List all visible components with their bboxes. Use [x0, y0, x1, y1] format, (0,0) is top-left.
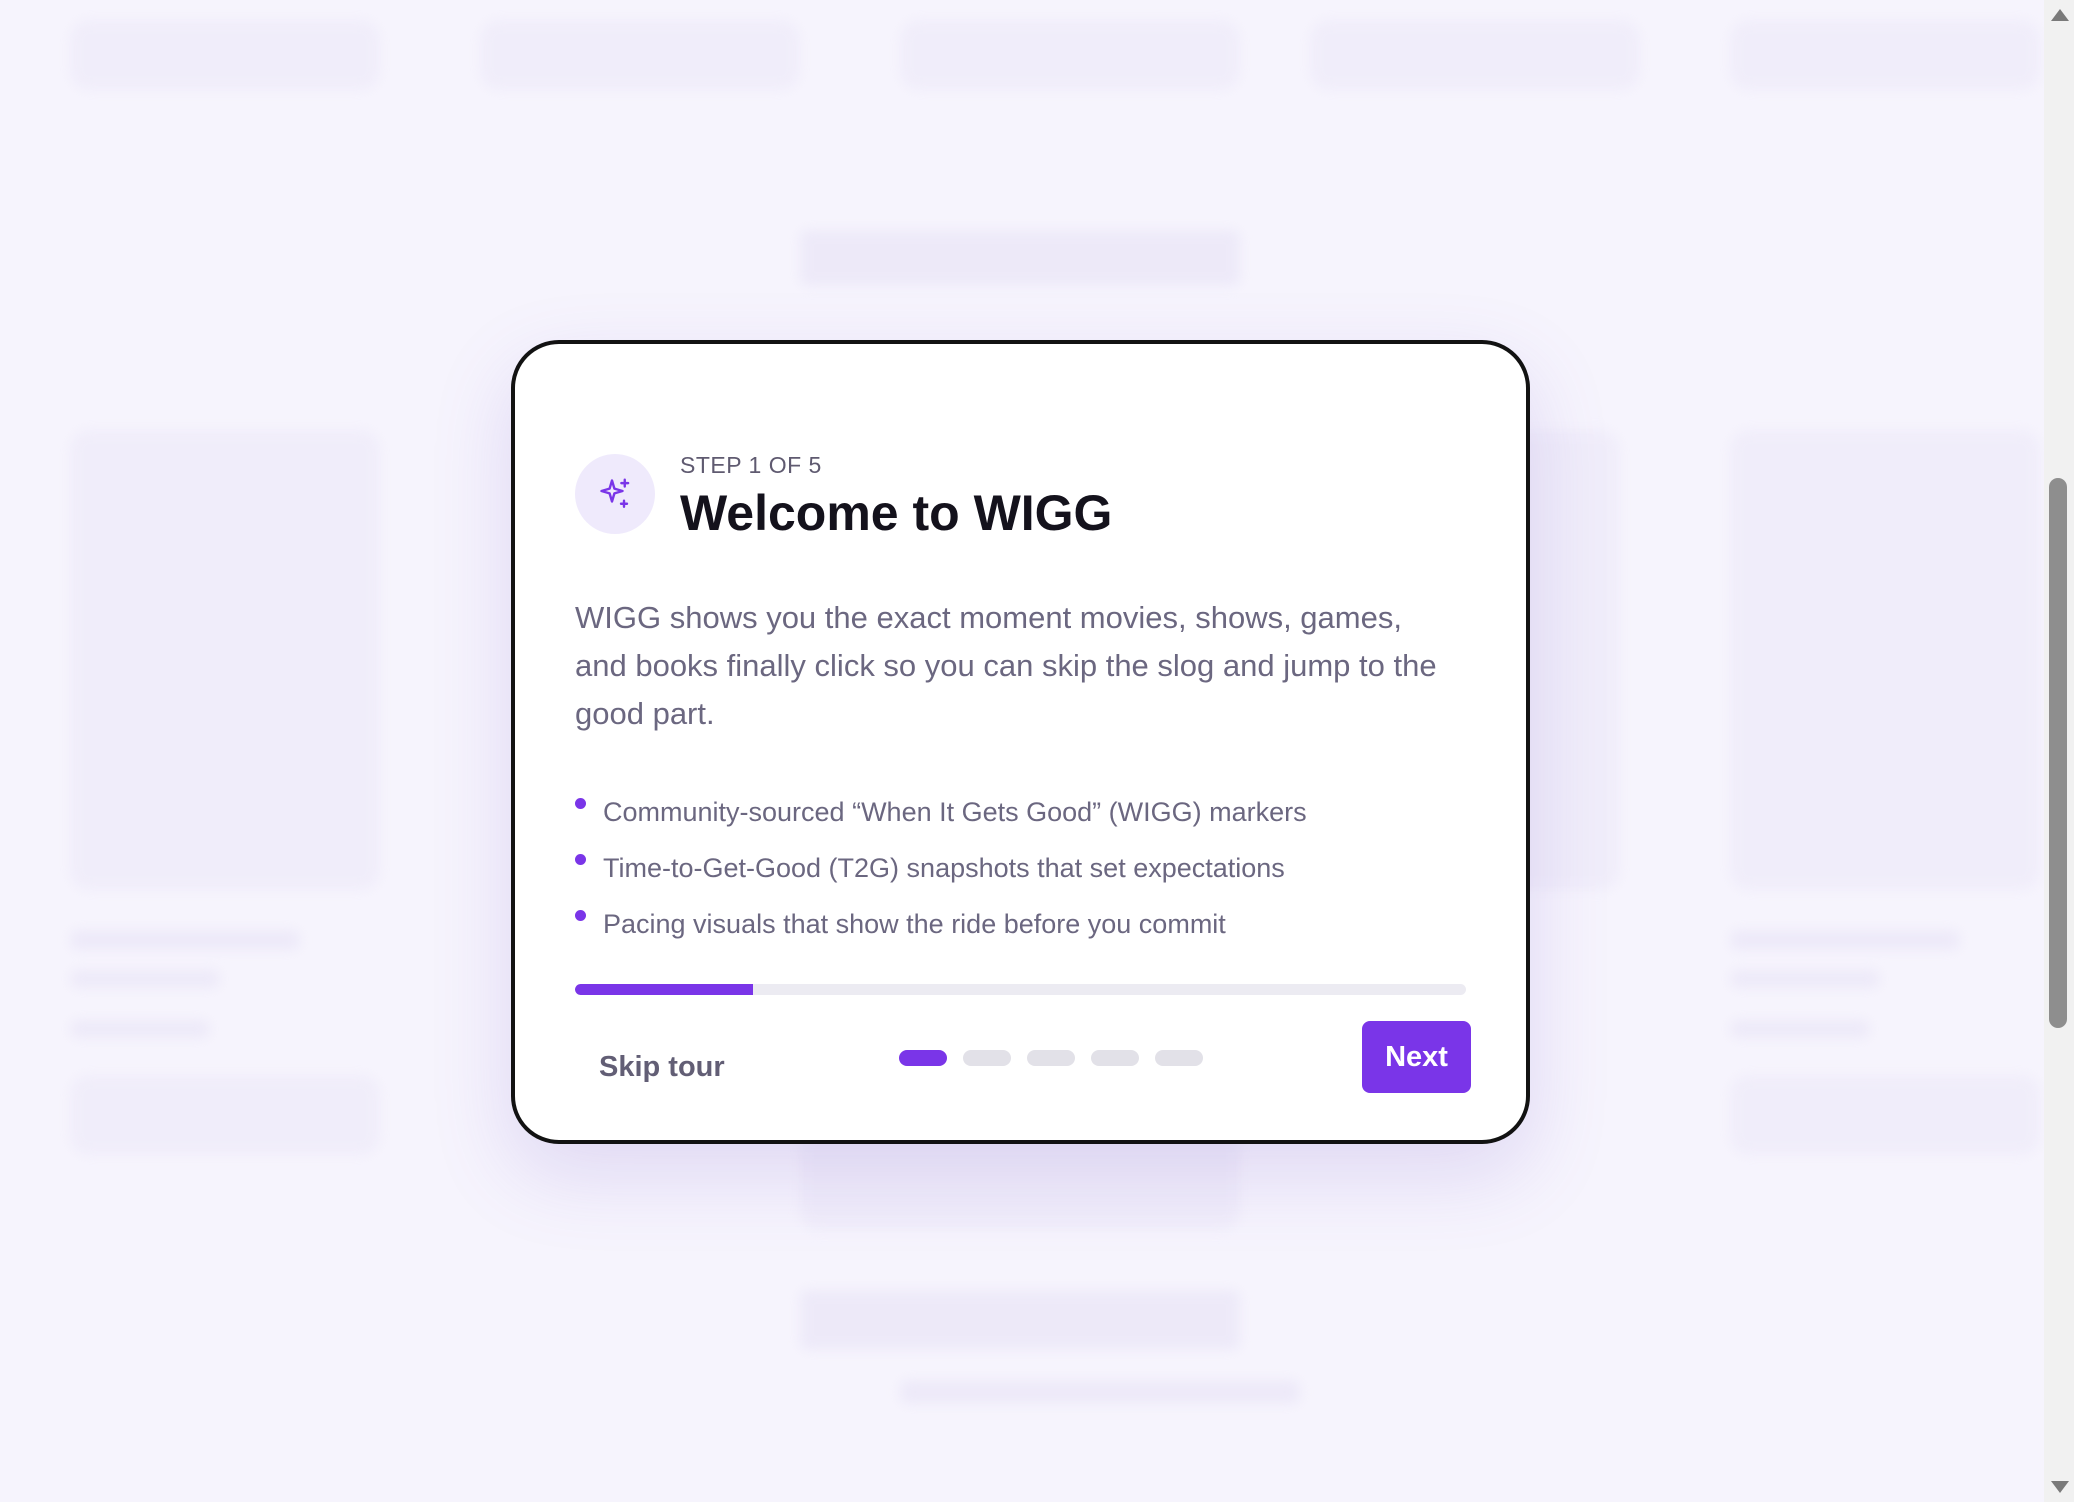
bg-line	[900, 1380, 1300, 1404]
bg-line	[70, 970, 220, 988]
list-item: Time-to-Get-Good (T2G) snapshots that se…	[575, 840, 1475, 896]
step-dot[interactable]	[1155, 1050, 1203, 1066]
scroll-up-arrow-icon[interactable]	[2051, 9, 2069, 21]
step-dots	[899, 1050, 1203, 1066]
bg-line	[1730, 1020, 1870, 1038]
bullet-icon	[575, 854, 586, 865]
skip-tour-button[interactable]: Skip tour	[575, 1032, 749, 1102]
bullet-icon	[575, 798, 586, 809]
step-dot[interactable]	[1027, 1050, 1075, 1066]
step-dot[interactable]	[899, 1050, 947, 1066]
bullet-icon	[575, 910, 586, 921]
scroll-down-arrow-icon[interactable]	[2051, 1481, 2069, 1493]
feature-text: Time-to-Get-Good (T2G) snapshots that se…	[603, 853, 1285, 883]
bg-card	[1730, 1075, 2040, 1155]
bg-line	[70, 1020, 210, 1038]
bg-card	[1310, 20, 1640, 90]
next-button[interactable]: Next	[1362, 1021, 1471, 1093]
feature-list: Community-sourced “When It Gets Good” (W…	[575, 784, 1475, 952]
bg-card	[70, 20, 380, 90]
progress-bar-fill	[575, 984, 754, 995]
dialog-description: WIGG shows you the exact moment movies, …	[575, 600, 1437, 731]
bg-poster	[1730, 430, 2040, 890]
onboarding-dialog: STEP 1 OF 5 Welcome to WIGG WIGG shows y…	[511, 340, 1530, 1144]
feature-text: Pacing visuals that show the ride before…	[603, 909, 1226, 939]
dialog-title: Welcome to WIGG	[680, 485, 1113, 541]
bg-line	[70, 930, 300, 950]
bg-card	[70, 1075, 380, 1155]
scrollbar-thumb[interactable]	[2049, 478, 2067, 1028]
feature-text: Community-sourced “When It Gets Good” (W…	[603, 797, 1307, 827]
vertical-scrollbar[interactable]	[2044, 0, 2074, 1502]
bg-card	[1730, 20, 2040, 90]
bg-poster	[70, 430, 380, 890]
bg-line	[800, 1290, 1240, 1350]
list-item: Community-sourced “When It Gets Good” (W…	[575, 784, 1475, 840]
sparkles-icon	[575, 454, 655, 534]
step-indicator: STEP 1 OF 5	[680, 452, 822, 478]
step-dot[interactable]	[963, 1050, 1011, 1066]
bg-line	[1730, 930, 1960, 950]
bg-line	[800, 230, 1240, 286]
bg-card	[480, 20, 800, 90]
bg-card	[800, 1130, 1240, 1230]
step-dot[interactable]	[1091, 1050, 1139, 1066]
progress-bar	[575, 984, 1466, 995]
bg-line	[1730, 970, 1880, 988]
list-item: Pacing visuals that show the ride before…	[575, 896, 1475, 952]
bg-card	[900, 20, 1240, 90]
